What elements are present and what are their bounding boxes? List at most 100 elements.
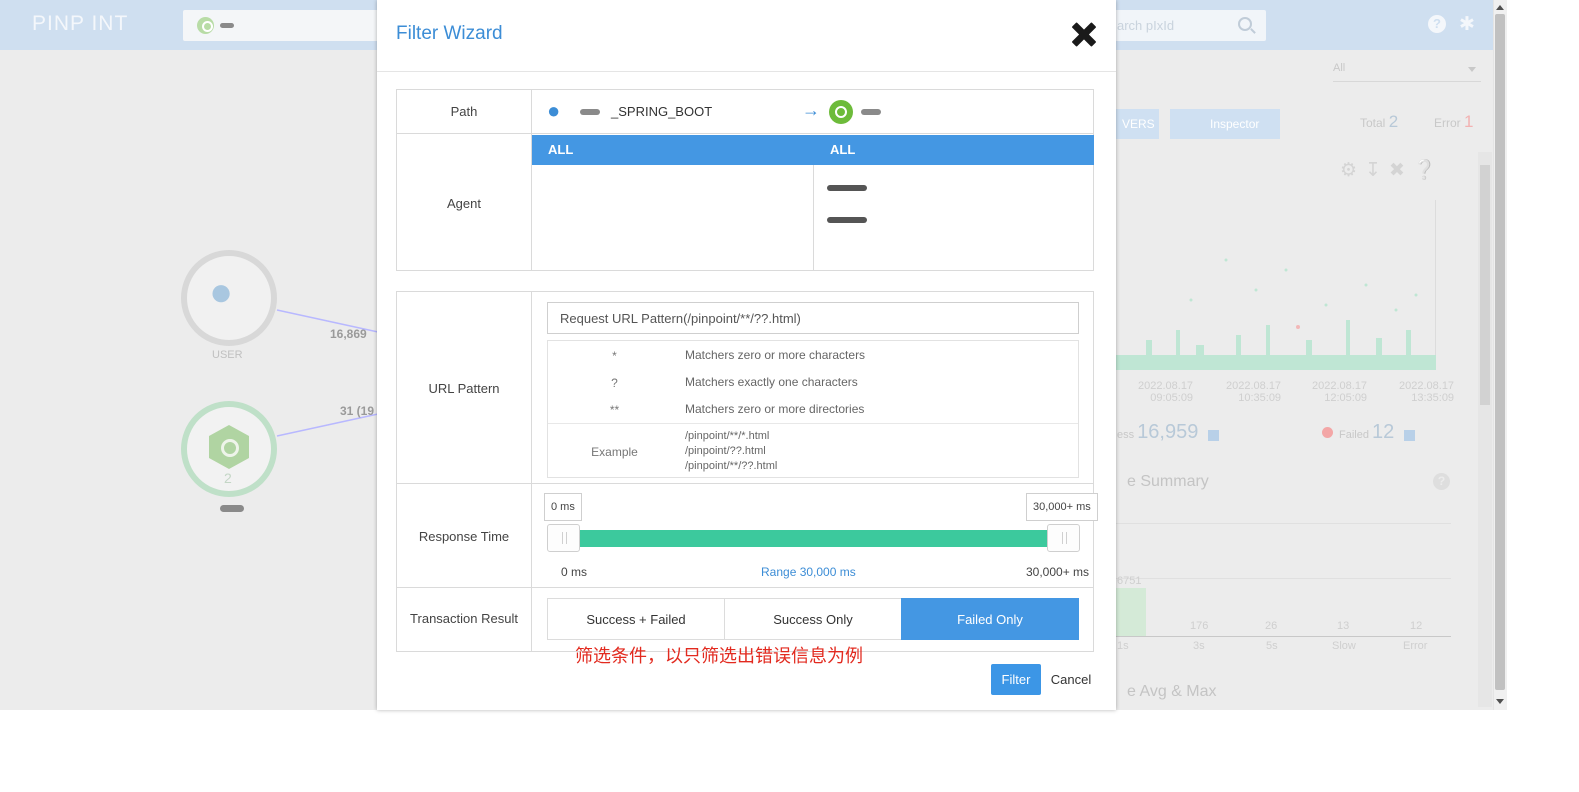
histogram-value: 13 [1337,620,1350,632]
close-icon[interactable] [1069,20,1099,50]
histogram-label: 1s [1117,640,1129,652]
failed-count: Failed 12 [1322,421,1416,444]
scroll-up-arrow[interactable] [1496,5,1504,10]
chart-toolbar: ⚙↧✖❔ [1340,158,1445,182]
help-icon[interactable]: ? [1433,473,1450,490]
scatter-dense-band [1116,355,1436,370]
example-line: /pinpoint/??.html [685,445,766,457]
agent-from-all[interactable]: ALL [532,135,814,165]
response-summary-heading: e Summary [1127,473,1209,490]
success-count: ess 16,959 [1117,421,1220,444]
histogram-value: 6751 [1117,575,1142,587]
agent-label: Agent [447,196,481,211]
url-pattern-label: URL Pattern [428,381,500,396]
edge-app-count: 31 (19 [340,404,375,418]
inspector-button[interactable]: Inspector [1170,109,1280,139]
view-servers-button[interactable]: VERS [1116,109,1159,139]
agent-item-redacted[interactable] [827,210,867,223]
example-line: /pinpoint/**/*.html [685,430,770,442]
response-time-from[interactable]: 0 ms [544,493,582,521]
histogram-label: Slow [1332,640,1356,652]
grid-line [1116,523,1451,524]
slider-min-handle[interactable] [547,524,580,552]
server-filter-value: All [1333,62,1346,74]
response-time-to[interactable]: 30,000+ ms [1026,493,1098,521]
failed-value: 12 [1372,421,1395,443]
time-tick: 2022.08.17 13:35:09 [1399,380,1455,404]
histogram-axis [1116,636,1451,637]
annotation-note: 筛选条件，以只筛选出错误信息为例 [575,646,863,667]
matcher-symbol: ** [609,403,620,417]
path-target-redacted [861,109,881,115]
application-instance-count: 2 [224,470,232,486]
example-line: /pinpoint/**/??.html [685,460,778,472]
transaction-result-label: Transaction Result [410,611,518,626]
path-name-redacted [580,109,600,115]
response-scatter-chart[interactable] [1116,200,1436,370]
users-icon: ● [209,270,234,314]
server-filter-select[interactable]: All [1333,62,1481,82]
histogram-label: 5s [1266,640,1278,652]
total-label: Total [1360,116,1386,130]
failed-label: Failed [1339,429,1369,441]
matcher-description: Matchers zero or more characters [685,348,866,362]
page-scrollbar-thumb[interactable] [1495,14,1505,690]
response-time-label: Response Time [418,529,510,544]
histogram-value: 12 [1410,620,1423,632]
path-label: Path [450,104,478,119]
error-point [1296,325,1300,329]
result-success-only[interactable]: Success Only [724,598,902,640]
success-checkbox[interactable] [1208,429,1220,441]
histogram-label: Error [1403,640,1428,652]
filter-wizard-dialog: Filter Wizard Path ● _SPRING_BOOT → Agen… [377,0,1116,710]
path-source-name: _SPRING_BOOT [611,104,713,119]
response-time-slider[interactable] [549,530,1079,547]
user-node-label: USER [212,349,243,361]
spring-boot-icon [209,425,249,469]
total-count: Total 2 [1360,112,1398,132]
histogram-value: 26 [1265,620,1278,632]
gear-icon[interactable]: ⚙ [1340,160,1365,181]
histogram-value: 176 [1190,620,1209,632]
avg-max-heading: e Avg & Max [1127,683,1217,700]
result-success-failed[interactable]: Success + Failed [547,598,725,640]
users-icon: ● [547,98,561,123]
agent-item-redacted[interactable] [827,178,867,191]
cancel-button[interactable]: Cancel [1048,664,1094,695]
time-tick: 2022.08.17 09:05:09 [1138,380,1194,404]
total-value: 2 [1388,112,1399,131]
error-value: 1 [1464,112,1474,131]
error-label: Error [1434,116,1461,130]
slider-max-handle[interactable] [1047,524,1080,552]
success-value: 16,959 [1137,421,1199,443]
matcher-description: Matchers zero or more directories [685,402,865,416]
expand-icon[interactable]: ✖ [1389,160,1413,181]
scatter-points [1116,258,1436,370]
error-count: Error 1 [1434,112,1473,132]
chevron-down-icon [1468,67,1476,72]
failed-checkbox[interactable] [1404,429,1416,441]
slider-max-label: 30,000+ ms [1026,565,1090,579]
spring-boot-icon [829,100,853,124]
url-pattern-input[interactable]: Request URL Pattern(/pinpoint/**/??.html… [547,302,1079,334]
time-tick: 2022.08.17 12:05:09 [1312,380,1368,404]
application-name-redacted [220,505,244,512]
dialog-divider [377,71,1116,72]
scroll-down-arrow[interactable] [1496,699,1504,704]
matcher-symbol: ? [611,376,618,390]
example-label: Example [591,445,638,459]
failed-dot-icon [1322,427,1333,438]
user-node[interactable]: ● [181,250,277,346]
panel-scrollbar-thumb[interactable] [1480,165,1490,405]
result-failed-only[interactable]: Failed Only [901,598,1079,640]
time-tick: 2022.08.17 10:35:09 [1226,380,1282,404]
histogram-bar-1s [1116,588,1146,636]
filter-button[interactable]: Filter [991,664,1041,695]
agent-to-all[interactable]: ALL [814,135,1094,165]
success-label: ess [1117,429,1135,441]
arrow-right-icon: → [802,100,820,120]
help-icon[interactable]: ❔ [1413,160,1445,181]
url-pattern-help: * Matchers zero or more characters ? Mat… [547,340,1079,478]
download-icon[interactable]: ↧ [1365,160,1389,181]
dialog-title: Filter Wizard [396,23,503,44]
